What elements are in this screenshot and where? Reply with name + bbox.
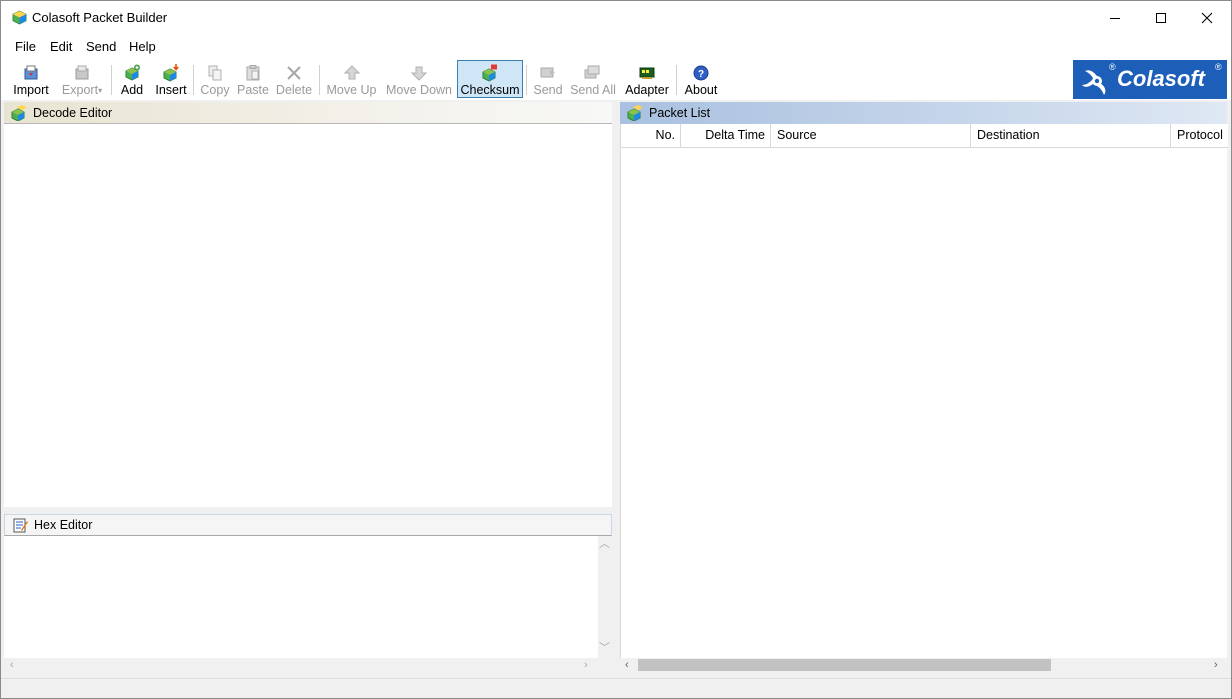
column-header-delta-time[interactable]: Delta Time xyxy=(681,124,771,148)
adapter-icon xyxy=(639,67,655,79)
dropdown-arrow-icon: ▾ xyxy=(98,86,103,95)
column-header-source[interactable]: Source xyxy=(771,124,971,148)
column-header-no[interactable]: No. xyxy=(621,124,681,148)
insert-button[interactable]: Insert xyxy=(152,61,190,98)
import-label: Import xyxy=(13,83,49,97)
import-button[interactable]: Import xyxy=(9,61,53,98)
decode-editor-title: Decode Editor xyxy=(33,105,113,120)
move-up-button[interactable]: Move Up xyxy=(324,61,379,98)
scroll-right-arrow-icon[interactable]: › xyxy=(1214,659,1218,671)
checksum-icon xyxy=(482,64,497,82)
send-all-button[interactable]: Send All xyxy=(568,61,618,98)
hex-editor-header: Hex Editor xyxy=(4,514,612,536)
packet-list-icon xyxy=(627,105,643,121)
scroll-up-arrow-icon[interactable]: ︿ xyxy=(599,538,610,550)
packet-list-header: Packet List xyxy=(620,102,1227,124)
minimize-button[interactable] xyxy=(1092,1,1138,35)
hex-editor-area[interactable] xyxy=(4,536,598,658)
export-button[interactable]: Export▾ xyxy=(57,61,107,98)
window-title: Colasoft Packet Builder xyxy=(32,10,168,25)
logo-registered-mark: ® xyxy=(1109,62,1116,72)
decode-editor-icon xyxy=(11,104,27,121)
send-icon xyxy=(540,67,555,78)
logo-registered-mark: ® xyxy=(1215,62,1222,72)
toolbar-separator xyxy=(111,65,112,95)
move-down-button[interactable]: Move Down xyxy=(383,61,455,98)
checksum-label: Checksum xyxy=(460,83,520,97)
copy-button[interactable]: Copy xyxy=(198,61,232,98)
adapter-label: Adapter xyxy=(625,83,669,97)
delete-icon xyxy=(287,66,301,80)
send-all-icon xyxy=(584,65,600,79)
move-up-label: Move Up xyxy=(326,83,377,97)
hex-editor-icon xyxy=(13,518,28,533)
menu-send[interactable]: Send xyxy=(86,39,116,54)
close-button[interactable] xyxy=(1184,1,1230,35)
paste-button[interactable]: Paste xyxy=(235,61,271,98)
status-bar xyxy=(1,678,1231,698)
column-header-protocol[interactable]: Protocol xyxy=(1171,124,1228,148)
scroll-left-arrow-icon[interactable]: ‹ xyxy=(625,659,629,671)
arrow-up-icon xyxy=(343,65,360,80)
send-button[interactable]: Send xyxy=(531,61,565,98)
paste-icon xyxy=(246,65,260,81)
move-down-label: Move Down xyxy=(386,83,452,97)
column-header-destination[interactable]: Destination xyxy=(971,124,1171,148)
packet-list-table[interactable]: No. Delta Time Source Destination Protoc… xyxy=(620,124,1228,658)
paste-label: Paste xyxy=(237,83,269,97)
send-label: Send xyxy=(533,83,563,97)
menu-file[interactable]: File xyxy=(15,39,36,54)
scroll-right-arrow-icon[interactable]: › xyxy=(584,659,588,671)
send-all-label: Send All xyxy=(570,83,616,97)
title-bar: Colasoft Packet Builder xyxy=(1,1,1231,35)
app-icon xyxy=(12,10,27,25)
adapter-button[interactable]: Adapter xyxy=(622,61,672,98)
toolbar-separator xyxy=(319,65,320,95)
checksum-button[interactable]: Checksum xyxy=(457,60,523,98)
help-icon: ? xyxy=(693,65,709,81)
add-label: Add xyxy=(120,83,144,97)
app-window: Colasoft Packet Builder File Edit Send H… xyxy=(0,0,1232,699)
import-icon xyxy=(24,65,38,80)
copy-label: Copy xyxy=(200,83,230,97)
scroll-down-arrow-icon[interactable]: ﹀ xyxy=(599,642,610,654)
hex-horizontal-scrollbar[interactable]: ‹ › xyxy=(4,658,598,672)
export-icon xyxy=(75,65,89,80)
colasoft-logo: ® Colasoft ® xyxy=(1073,60,1227,99)
arrow-down-icon xyxy=(410,66,428,81)
decode-editor-header: Decode Editor xyxy=(4,102,612,124)
hex-editor-title: Hex Editor xyxy=(34,518,93,532)
svg-text:?: ? xyxy=(698,69,704,80)
decode-editor-area[interactable] xyxy=(4,124,612,507)
panel-splitter[interactable] xyxy=(612,102,620,678)
menu-help[interactable]: Help xyxy=(129,39,156,54)
add-button[interactable]: Add xyxy=(116,61,148,98)
packet-list-title: Packet List xyxy=(649,106,711,120)
packet-list-horizontal-scrollbar[interactable]: ‹ › xyxy=(620,658,1227,672)
logo-text: Colasoft xyxy=(1117,66,1205,91)
maximize-icon xyxy=(1156,13,1166,23)
toolbar: Import Export▾ Add Insert Copy Paste Del… xyxy=(1,57,1231,100)
about-label: About xyxy=(684,83,718,97)
toolbar-separator xyxy=(193,65,194,95)
export-label: Export▾ xyxy=(61,83,103,97)
minimize-icon xyxy=(1110,18,1120,19)
toolbar-separator xyxy=(526,65,527,95)
hex-vertical-scrollbar[interactable]: ︿ ﹀ xyxy=(598,536,612,658)
delete-label: Delete xyxy=(275,83,313,97)
scrollbar-thumb[interactable] xyxy=(638,659,1051,671)
toolbar-separator xyxy=(676,65,677,95)
scroll-left-arrow-icon[interactable]: ‹ xyxy=(10,659,14,671)
menu-edit[interactable]: Edit xyxy=(50,39,72,54)
copy-icon xyxy=(208,65,222,81)
maximize-button[interactable] xyxy=(1138,1,1184,35)
close-icon xyxy=(1201,12,1213,24)
menu-bar: File Edit Send Help xyxy=(1,35,1231,57)
insert-packet-icon xyxy=(163,64,179,82)
insert-label: Insert xyxy=(155,83,187,97)
add-packet-icon xyxy=(125,64,140,81)
delete-button[interactable]: Delete xyxy=(274,61,314,98)
about-button[interactable]: ? About xyxy=(681,61,721,98)
